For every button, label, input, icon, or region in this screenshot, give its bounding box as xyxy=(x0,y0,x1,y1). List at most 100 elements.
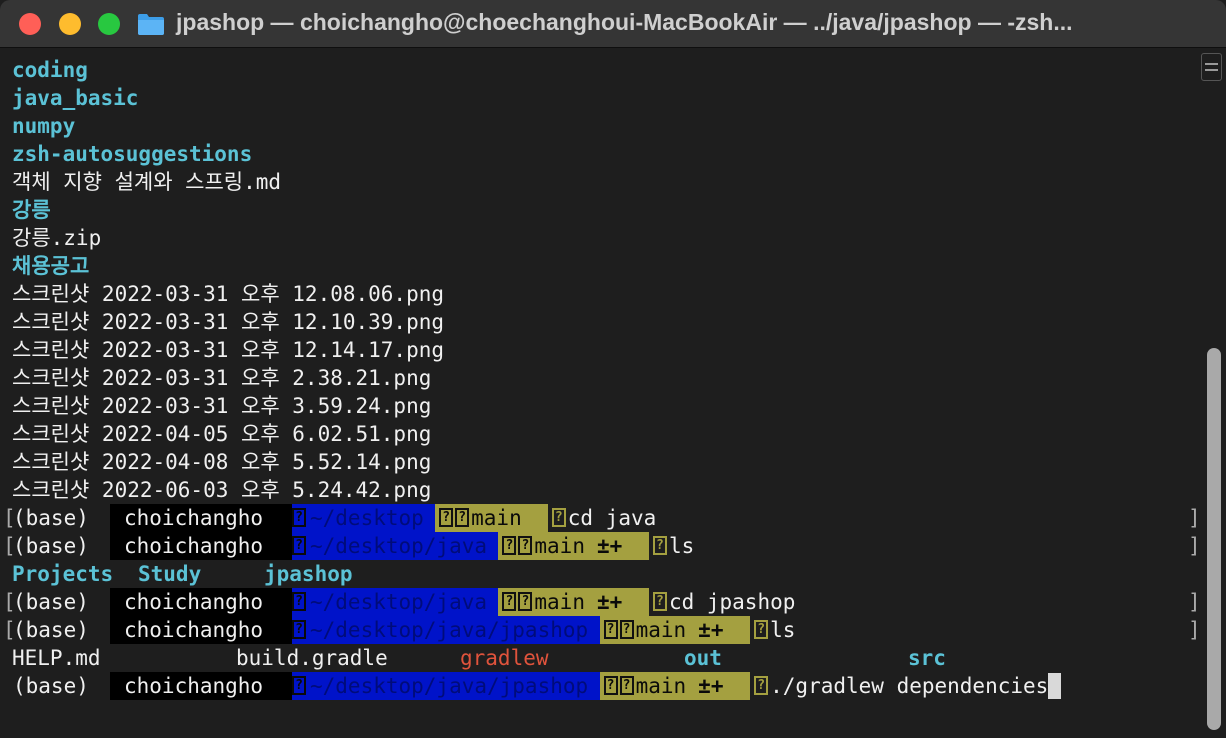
list-item: 채용공고 xyxy=(12,252,1192,280)
prompt-directory: ? ~/desktop/java/jpashop xyxy=(292,672,600,700)
prompt-username: choichangho xyxy=(124,534,264,558)
prompt-git-status: ?? main ±+ xyxy=(498,532,649,560)
unknown-glyph-icon: ? xyxy=(292,591,306,611)
conda-env: (base) xyxy=(13,534,89,558)
git-branch: main xyxy=(635,618,687,642)
directory-name: src xyxy=(908,646,946,670)
prompt-line: [(base) choichangho? ~/desktop/java/jpasho… xyxy=(3,616,1201,644)
unknown-glyph-icon: ? xyxy=(518,535,533,555)
terminal-output[interactable]: coding java_basic numpy zsh-autosuggestions… xyxy=(3,56,1201,738)
prompt-username: choichangho xyxy=(124,618,264,642)
prompt-directory: ? ~/desktop/java xyxy=(292,588,499,616)
unknown-glyph-icon: ? xyxy=(619,619,634,639)
prompt-user: choichangho xyxy=(110,672,292,700)
prompt-line: (base) choichangho? ~/desktop/java/jpashop… xyxy=(12,672,1192,700)
file-name: 스크린샷 2022-03-31 오후 12.08.06.png xyxy=(12,282,444,306)
prompt-user: choichangho xyxy=(110,532,292,560)
zoom-button[interactable] xyxy=(98,13,120,35)
command-input: ? ls xyxy=(652,532,695,560)
prompt-path: ~/desktop/java xyxy=(310,534,488,558)
terminal-window: jpashop — choichangho@choechanghoui-MacB… xyxy=(0,0,1226,738)
unknown-glyph-icon: ? xyxy=(292,675,306,695)
file-name: HELP.md xyxy=(12,646,101,670)
prompt-user: choichangho xyxy=(110,616,292,644)
prompt-line: [(base) choichangho? ~/desktop?? main? cd ja… xyxy=(3,504,1201,532)
file-name: 스크린샷 2022-03-31 오후 12.10.39.png xyxy=(12,310,444,334)
file-name: 스크린샷 2022-06-03 오후 5.24.42.png xyxy=(12,478,432,502)
unknown-glyph-icon: ? xyxy=(292,535,306,555)
prompt-username: choichangho xyxy=(124,506,264,530)
file-name: 스크린샷 2022-04-05 오후 6.02.51.png xyxy=(12,422,432,446)
directory-name: numpy xyxy=(12,114,76,138)
title-bar[interactable]: jpashop — choichangho@choechanghoui-MacB… xyxy=(0,0,1226,48)
list-item: 스크린샷 2022-03-31 오후 2.38.21.png xyxy=(12,364,1192,392)
ls-output-line: HELP.md build.gradle gradlew out src xyxy=(12,644,1192,672)
directory-name: Study xyxy=(138,562,202,586)
prompt-git-status: ?? main xyxy=(435,504,548,532)
git-branch: main xyxy=(635,674,687,698)
file-name: 스크린샷 2022-04-08 오후 5.52.14.png xyxy=(12,450,432,474)
conda-env: (base) xyxy=(13,590,89,614)
prompt-path: ~/desktop/java xyxy=(310,590,488,614)
conda-env: (base) xyxy=(13,674,89,698)
command-input: ? cd jpashop xyxy=(652,588,796,616)
list-item: zsh-autosuggestions xyxy=(12,140,1192,168)
list-item: coding xyxy=(12,56,1192,84)
command-text: cd java xyxy=(567,506,657,530)
unknown-glyph-icon: ? xyxy=(603,619,618,639)
list-item: 강릉.zip xyxy=(12,224,1192,252)
bracket-right: ] xyxy=(1188,590,1201,614)
prompt-line: [(base) choichangho? ~/desktop/java?? main ±… xyxy=(3,532,1201,560)
minimize-button[interactable] xyxy=(59,13,81,35)
unknown-glyph-icon: ? xyxy=(754,619,769,639)
executable-name: gradlew xyxy=(460,646,549,670)
text-cursor xyxy=(1048,673,1062,699)
prompt-user: choichangho xyxy=(110,504,292,532)
directory-name: Projects xyxy=(12,562,114,586)
prompt-line: [(base) choichangho? ~/desktop/java?? main ±… xyxy=(3,588,1201,616)
command-text: ls xyxy=(668,534,695,558)
file-name: 스크린샷 2022-03-31 오후 2.38.21.png xyxy=(12,366,432,390)
prompt-git-status: ?? main ±+ xyxy=(498,588,649,616)
list-item: 스크린샷 2022-04-05 오후 6.02.51.png xyxy=(12,420,1192,448)
file-name: 스크린샷 2022-03-31 오후 3.59.24.png xyxy=(12,394,432,418)
unknown-glyph-icon: ? xyxy=(439,507,454,527)
unknown-glyph-icon: ? xyxy=(455,507,470,527)
unknown-glyph-icon: ? xyxy=(292,619,306,639)
command-input: ? cd java xyxy=(551,504,657,532)
unknown-glyph-icon: ? xyxy=(652,535,667,555)
file-name: build.gradle xyxy=(236,646,388,670)
unknown-glyph-icon: ? xyxy=(754,675,769,695)
directory-name: out xyxy=(684,646,722,670)
list-item: 스크린샷 2022-06-03 오후 5.24.42.png xyxy=(12,476,1192,504)
command-text: cd jpashop xyxy=(668,590,796,614)
close-button[interactable] xyxy=(19,13,41,35)
prompt-path: ~/desktop/java/jpashop xyxy=(310,618,589,642)
list-item: numpy xyxy=(12,112,1192,140)
unknown-glyph-icon: ? xyxy=(502,591,517,611)
prompt-path: ~/desktop xyxy=(310,506,424,530)
prompt-git-status: ?? main ±+ xyxy=(599,672,751,700)
file-name: 객체 지향 설계와 스프링.md xyxy=(12,170,282,194)
scroll-mark-icon[interactable] xyxy=(1201,53,1222,81)
directory-name: 채용공고 xyxy=(12,254,90,278)
git-branch: main xyxy=(471,506,522,530)
unknown-glyph-icon: ? xyxy=(502,535,517,555)
bracket-right: ] xyxy=(1188,618,1201,642)
git-branch: main xyxy=(534,590,585,614)
conda-env: (base) xyxy=(13,618,89,642)
list-item: 스크린샷 2022-03-31 오후 12.10.39.png xyxy=(12,308,1192,336)
unknown-glyph-icon: ? xyxy=(292,507,306,527)
scrollbar-thumb[interactable] xyxy=(1207,348,1221,730)
list-item: 강릉 xyxy=(12,196,1192,224)
conda-env: (base) xyxy=(13,506,89,530)
window-title: jpashop — choichangho@choechanghoui-MacB… xyxy=(176,9,1073,35)
prompt-user: choichangho xyxy=(110,588,292,616)
ls-output-line: Projects Study jpashop xyxy=(12,560,1192,588)
bracket-right: ] xyxy=(1188,534,1201,558)
list-item: 스크린샷 2022-03-31 오후 12.08.06.png xyxy=(12,280,1192,308)
list-item: 스크린샷 2022-04-08 오후 5.52.14.png xyxy=(12,448,1192,476)
list-item: 스크린샷 2022-03-31 오후 3.59.24.png xyxy=(12,392,1192,420)
directory-name: zsh-autosuggestions xyxy=(12,142,253,166)
directory-name: 강릉 xyxy=(12,198,51,222)
